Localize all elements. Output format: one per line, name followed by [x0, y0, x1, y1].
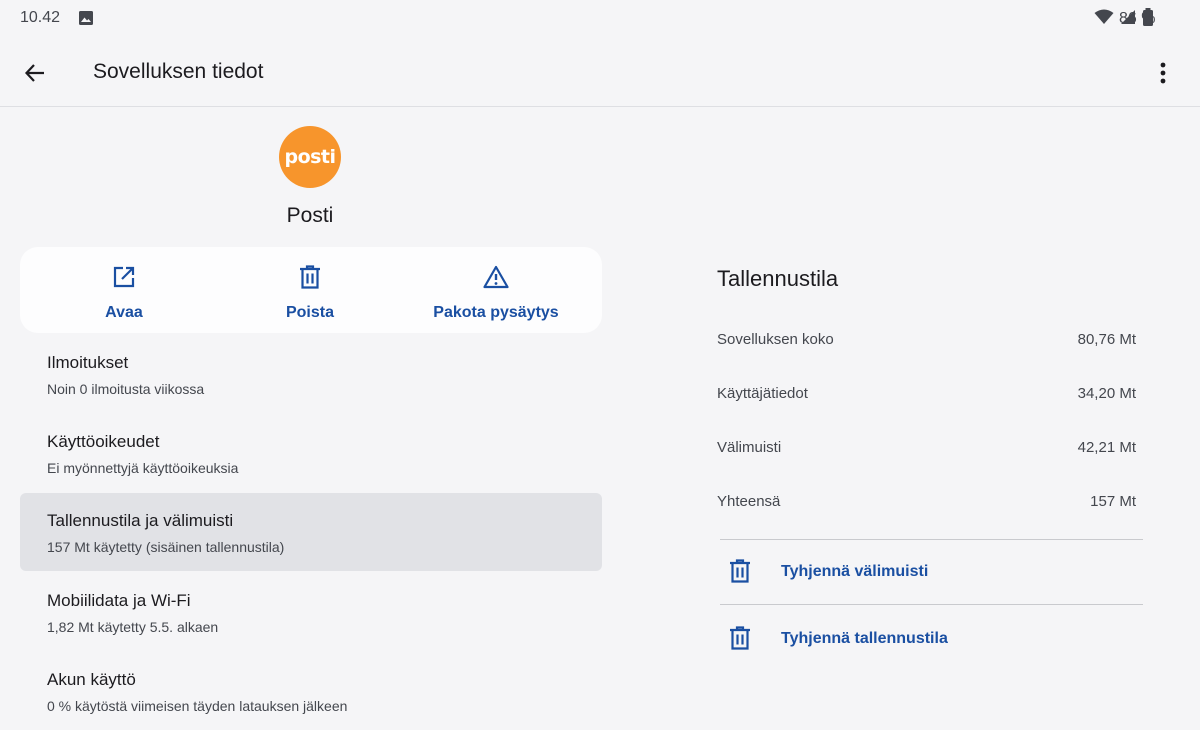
page-title: Sovelluksen tiedot	[93, 60, 264, 83]
force-stop-button[interactable]: Pakota pysäytys	[399, 247, 593, 333]
trash-icon	[300, 265, 320, 289]
divider	[720, 539, 1143, 540]
uninstall-button-label: Poista	[285, 304, 334, 321]
more-options-button[interactable]	[1146, 56, 1180, 90]
action-card: Avaa Poista Pakota pysäytys	[20, 247, 602, 333]
list-item-mobile-data[interactable]: Mobiilidata ja Wi-Fi 1,82 Mt käytetty 5.…	[20, 573, 602, 651]
arrow-back-icon	[24, 64, 44, 82]
storage-row-label: Yhteensä	[717, 493, 781, 510]
list-item-title: Akun käyttö	[47, 670, 136, 689]
list-item-title: Mobiilidata ja Wi-Fi	[47, 591, 191, 610]
uninstall-button[interactable]: Poista	[213, 247, 407, 333]
storage-row-user-data: Käyttäjätiedot 34,20 Mt	[717, 385, 1136, 409]
storage-row-label: Käyttäjätiedot	[717, 385, 808, 402]
clear-storage-button[interactable]: Tyhjennä tallennustila	[720, 608, 1143, 670]
storage-row-app-size: Sovelluksen koko 80,76 Mt	[717, 331, 1136, 355]
list-item-title: Ilmoitukset	[47, 353, 129, 372]
open-button[interactable]: Avaa	[27, 247, 221, 333]
warning-icon	[483, 265, 509, 289]
storage-row-value: 80,76 Mt	[1077, 331, 1136, 348]
clear-cache-label: Tyhjennä välimuisti	[781, 563, 929, 580]
list-item-subtitle: 0 % käytöstä viimeisen täyden latauksen …	[47, 698, 348, 714]
force-stop-button-label: Pakota pysäytys	[433, 304, 559, 321]
status-time: 10.42	[20, 9, 61, 26]
storage-row-value: 42,21 Mt	[1077, 439, 1136, 456]
divider	[720, 604, 1143, 605]
storage-row-label: Välimuisti	[717, 439, 782, 456]
status-bar: 10.42 86 %	[0, 0, 1200, 36]
list-item-subtitle: 157 Mt käytetty (sisäinen tallennustila)	[47, 539, 285, 555]
storage-row-value: 157 Mt	[1090, 493, 1136, 510]
list-item-subtitle: 1,82 Mt käytetty 5.5. alkaen	[47, 619, 219, 635]
app-logo-text: posti	[284, 146, 336, 168]
list-item-permissions[interactable]: Käyttöoikeudet Ei myönnettyjä käyttöoike…	[20, 414, 602, 492]
back-button[interactable]	[18, 56, 52, 90]
clear-storage-label: Tyhjennä tallennustila	[781, 630, 948, 647]
storage-panel-title: Tallennustila	[717, 266, 839, 291]
storage-row-cache: Välimuisti 42,21 Mt	[717, 439, 1136, 463]
open-button-label: Avaa	[105, 304, 143, 321]
trash-icon	[730, 559, 750, 583]
list-item-battery[interactable]: Akun käyttö 0 % käytöstä viimeisen täyde…	[20, 652, 602, 730]
list-item-title: Tallennustila ja välimuisti	[47, 511, 234, 530]
list-item-subtitle: Noin 0 ilmoitusta viikossa	[47, 381, 205, 397]
list-item-subtitle: Ei myönnettyjä käyttöoikeuksia	[47, 460, 239, 476]
more-vert-icon	[1160, 62, 1166, 84]
storage-row-label: Sovelluksen koko	[717, 331, 834, 348]
storage-row-value: 34,20 Mt	[1077, 385, 1136, 402]
wifi-icon	[1094, 9, 1114, 24]
app-name: Posti	[286, 204, 334, 227]
app-icon: posti	[279, 126, 341, 188]
trash-icon	[730, 626, 750, 650]
clear-cache-button[interactable]: Tyhjennä välimuisti	[720, 541, 1143, 603]
storage-row-total: Yhteensä 157 Mt	[717, 493, 1136, 517]
list-item-title: Käyttöoikeudet	[47, 432, 160, 451]
app-bar: Sovelluksen tiedot	[0, 36, 1200, 107]
image-icon	[79, 11, 93, 25]
list-item-storage[interactable]: Tallennustila ja välimuisti 157 Mt käyte…	[20, 493, 602, 571]
open-external-icon	[113, 266, 135, 288]
battery-percentage: 86 %	[1119, 10, 1156, 27]
list-item-notifications[interactable]: Ilmoitukset Noin 0 ilmoitusta viikossa	[20, 335, 602, 413]
